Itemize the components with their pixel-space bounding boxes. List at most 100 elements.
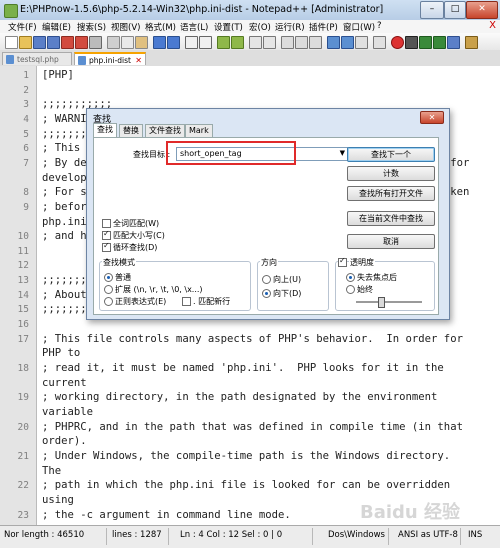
- editor-line[interactable]: 22 ; path in which the php.ini file is lo…: [0, 478, 500, 493]
- zoom-in-icon[interactable]: [217, 36, 230, 49]
- abc-spellcheck-icon[interactable]: [465, 36, 478, 49]
- menu-search[interactable]: 搜索(S): [77, 21, 106, 33]
- menu-run[interactable]: 运行(R): [275, 21, 305, 33]
- direction-up-radio[interactable]: [262, 275, 271, 284]
- line-number: 21: [17, 450, 29, 462]
- folder-workspace-icon[interactable]: [373, 36, 386, 49]
- menu-macro[interactable]: 宏(O): [249, 21, 271, 33]
- menu-format[interactable]: 格式(M): [145, 21, 176, 33]
- save-icon[interactable]: [33, 36, 46, 49]
- always-radio[interactable]: [346, 285, 355, 294]
- undo-icon[interactable]: [153, 36, 166, 49]
- line-text: [PHP]: [42, 69, 74, 81]
- transparency-slider-thumb[interactable]: [378, 297, 385, 308]
- copy-icon[interactable]: [121, 36, 134, 49]
- line-number: 13: [17, 275, 29, 287]
- line-text: ; the -c argument in command line mode.: [42, 508, 291, 521]
- menu-plugins[interactable]: 插件(P): [309, 21, 338, 33]
- find-icon[interactable]: [185, 36, 198, 49]
- menu-window[interactable]: 窗口(W): [343, 21, 375, 33]
- wrap-around-label: 循环查找(D): [113, 243, 158, 252]
- dialog-body: 查找目标 : short_open_tag ▼ 查找下一个 计数 查找所有打开文…: [93, 137, 439, 315]
- editor-line[interactable]: 2: [0, 83, 500, 98]
- function-list-icon[interactable]: [355, 36, 368, 49]
- on-lose-focus-radio[interactable]: [346, 273, 355, 282]
- editor-line[interactable]: 21 ; Under Windows, the compile-time path…: [0, 449, 500, 464]
- tab-replace[interactable]: 替换: [119, 124, 143, 137]
- editor-line[interactable]: variable: [0, 405, 500, 420]
- editor-line[interactable]: 1 [PHP]: [0, 68, 500, 83]
- new-file-icon[interactable]: [5, 36, 18, 49]
- open-file-icon[interactable]: [19, 36, 32, 49]
- close-window-button[interactable]: ✕: [466, 1, 498, 19]
- chevron-down-icon[interactable]: ▼: [340, 149, 345, 157]
- editor-line[interactable]: current: [0, 376, 500, 391]
- close-all-icon[interactable]: [75, 36, 88, 49]
- transparency-checkbox[interactable]: [338, 256, 347, 267]
- sync-horizontal-icon[interactable]: [263, 36, 276, 49]
- print-icon[interactable]: [89, 36, 102, 49]
- mode-extended-radio[interactable]: [104, 285, 113, 294]
- user-language-icon[interactable]: [327, 36, 340, 49]
- match-case-checkbox[interactable]: [102, 229, 111, 240]
- find-dialog: 查找 ✕ 查找 替换 文件查找 Mark 查找目标 : short_open_t…: [86, 108, 450, 320]
- on-lose-focus-label: 失去焦点后: [357, 273, 397, 282]
- redo-icon[interactable]: [167, 36, 180, 49]
- find-all-current-button[interactable]: 在当前文件中查找: [347, 211, 435, 226]
- line-number: 18: [17, 363, 29, 374]
- dot-newline-checkbox[interactable]: [182, 297, 191, 306]
- editor-line[interactable]: The: [0, 464, 500, 479]
- close-document-icon[interactable]: X: [489, 20, 496, 31]
- dialog-close-button[interactable]: ✕: [420, 111, 444, 124]
- editor-line[interactable]: PHP to: [0, 346, 500, 361]
- mode-regex-radio[interactable]: [104, 297, 113, 306]
- playback-macro-icon[interactable]: [419, 36, 432, 49]
- record-macro-icon[interactable]: [391, 36, 404, 49]
- maximize-button[interactable]: □: [444, 1, 466, 19]
- tab-find-in-files[interactable]: 文件查找: [145, 124, 185, 137]
- run-macro-multiple-icon[interactable]: [433, 36, 446, 49]
- direction-down-label: 向下(D): [273, 289, 302, 298]
- replace-icon[interactable]: [199, 36, 212, 49]
- show-all-chars-icon[interactable]: [295, 36, 308, 49]
- find-next-button[interactable]: 查找下一个: [347, 147, 435, 162]
- menu-file[interactable]: 文件(F): [8, 21, 37, 33]
- editor-line[interactable]: 18 ; read it, it must be named 'php.ini'.…: [0, 361, 500, 376]
- line-number: 11: [17, 245, 29, 257]
- tab-php-ini-dist[interactable]: php.ini-dist ✕: [74, 52, 146, 65]
- menu-view[interactable]: 视图(V): [111, 21, 140, 33]
- menu-edit[interactable]: 编辑(E): [42, 21, 71, 33]
- find-all-open-button[interactable]: 查找所有打开文件: [347, 186, 435, 201]
- stop-recording-icon[interactable]: [405, 36, 418, 49]
- doc-map-icon[interactable]: [341, 36, 354, 49]
- transparency-slider[interactable]: [356, 301, 422, 303]
- whole-word-checkbox[interactable]: [102, 219, 111, 228]
- mode-normal-radio[interactable]: [104, 273, 113, 282]
- editor-line[interactable]: 19 ; working directory, in the path desig…: [0, 390, 500, 405]
- menu-settings[interactable]: 设置(T): [214, 21, 243, 33]
- editor-line[interactable]: order).: [0, 434, 500, 449]
- line-number: 22: [17, 480, 29, 492]
- line-number: 15: [17, 304, 29, 316]
- cancel-button[interactable]: 取消: [347, 234, 435, 249]
- tab-find[interactable]: 查找: [93, 123, 117, 138]
- menu-help[interactable]: ?: [377, 21, 382, 31]
- count-button[interactable]: 计数: [347, 166, 435, 181]
- wrap-around-checkbox[interactable]: [102, 241, 111, 252]
- tab-mark[interactable]: Mark: [185, 124, 213, 137]
- cut-icon[interactable]: [107, 36, 120, 49]
- save-all-icon[interactable]: [47, 36, 60, 49]
- close-file-icon[interactable]: [61, 36, 74, 49]
- direction-down-radio[interactable]: [262, 289, 271, 298]
- editor-line[interactable]: 20 ; PHPRC, and in the path that was defi…: [0, 420, 500, 435]
- sync-vertical-icon[interactable]: [249, 36, 262, 49]
- editor-line[interactable]: 17 ; This file controls many aspects of P…: [0, 332, 500, 347]
- paste-icon[interactable]: [135, 36, 148, 49]
- tab-testsql[interactable]: testsql.php: [2, 52, 72, 65]
- minimize-button[interactable]: –: [420, 1, 444, 19]
- indent-guide-icon[interactable]: [309, 36, 322, 49]
- save-macro-icon[interactable]: [447, 36, 460, 49]
- menu-language[interactable]: 语言(L): [180, 21, 208, 33]
- word-wrap-icon[interactable]: [281, 36, 294, 49]
- zoom-out-icon[interactable]: [231, 36, 244, 49]
